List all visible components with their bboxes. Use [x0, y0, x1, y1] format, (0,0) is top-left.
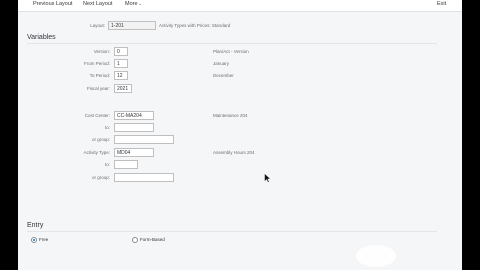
version-description: Plan/Act - Version	[213, 49, 249, 54]
variables-divider	[27, 43, 437, 44]
cost-center-group-input[interactable]	[114, 135, 174, 144]
activity-type-to-label: to:	[104, 162, 110, 167]
cost-center-to-label: to:	[104, 125, 110, 130]
main-content: Layout: 1-201 Activity Types with Prices…	[18, 12, 462, 270]
to-period-input[interactable]: 12	[114, 71, 128, 80]
entry-divider	[27, 231, 437, 232]
free-radio-label: Free	[39, 237, 49, 242]
layout-label: Layout:	[90, 23, 105, 28]
to-period-description: December	[213, 73, 234, 78]
letterbox-left	[0, 0, 18, 270]
exit-button[interactable]: Exit	[437, 1, 446, 7]
activity-type-label: Activity Type:	[83, 150, 110, 155]
layout-field[interactable]: 1-201	[108, 21, 156, 30]
variables-section-title: Variables	[27, 34, 56, 41]
activity-type-description: Assembly Hours 204	[213, 150, 255, 155]
app-window: Previous Layout Next Layout More⌄ Exit L…	[18, 0, 462, 270]
screen-frame: Previous Layout Next Layout More⌄ Exit L…	[0, 0, 480, 270]
cost-center-label: Cost Center:	[84, 113, 110, 118]
version-input[interactable]: 0	[114, 47, 128, 56]
form-based-radio[interactable]	[132, 237, 138, 243]
free-radio[interactable]	[31, 237, 37, 243]
letterbox-right	[462, 0, 480, 270]
from-period-input[interactable]: 1	[114, 59, 128, 68]
to-period-label: To Period:	[89, 73, 110, 78]
from-period-description: January	[213, 61, 230, 66]
activity-type-input[interactable]: MD04	[114, 148, 154, 157]
cost-center-to-input[interactable]	[114, 123, 154, 132]
entry-section-title: Entry	[27, 222, 44, 229]
form-based-radio-label: Form-Based	[140, 237, 165, 242]
activity-type-group-input[interactable]	[114, 173, 174, 182]
layout-description: Activity Types with Prices: Standard	[159, 23, 231, 28]
cost-center-group-label: or group:	[91, 137, 110, 142]
activity-type-group-label: or group:	[91, 175, 110, 180]
fiscal-year-input[interactable]: 2021	[114, 84, 132, 93]
more-button[interactable]: More⌄	[125, 1, 142, 7]
previous-layout-button[interactable]: Previous Layout	[33, 1, 72, 7]
next-layout-button[interactable]: Next Layout	[83, 1, 112, 7]
fiscal-year-label: Fiscal year:	[86, 86, 110, 91]
version-label: Version:	[93, 49, 110, 54]
video-overlay-blur	[356, 245, 396, 267]
from-period-label: From Period:	[83, 61, 110, 66]
toolbar: Previous Layout Next Layout More⌄ Exit	[18, 0, 462, 12]
cost-center-description: Maintenance 204	[213, 113, 248, 118]
mouse-pointer-icon	[264, 173, 271, 183]
cost-center-input[interactable]: CC-MA204	[114, 111, 154, 120]
activity-type-to-input[interactable]	[114, 160, 138, 169]
more-label: More	[125, 1, 138, 7]
chevron-down-icon: ⌄	[138, 1, 142, 6]
